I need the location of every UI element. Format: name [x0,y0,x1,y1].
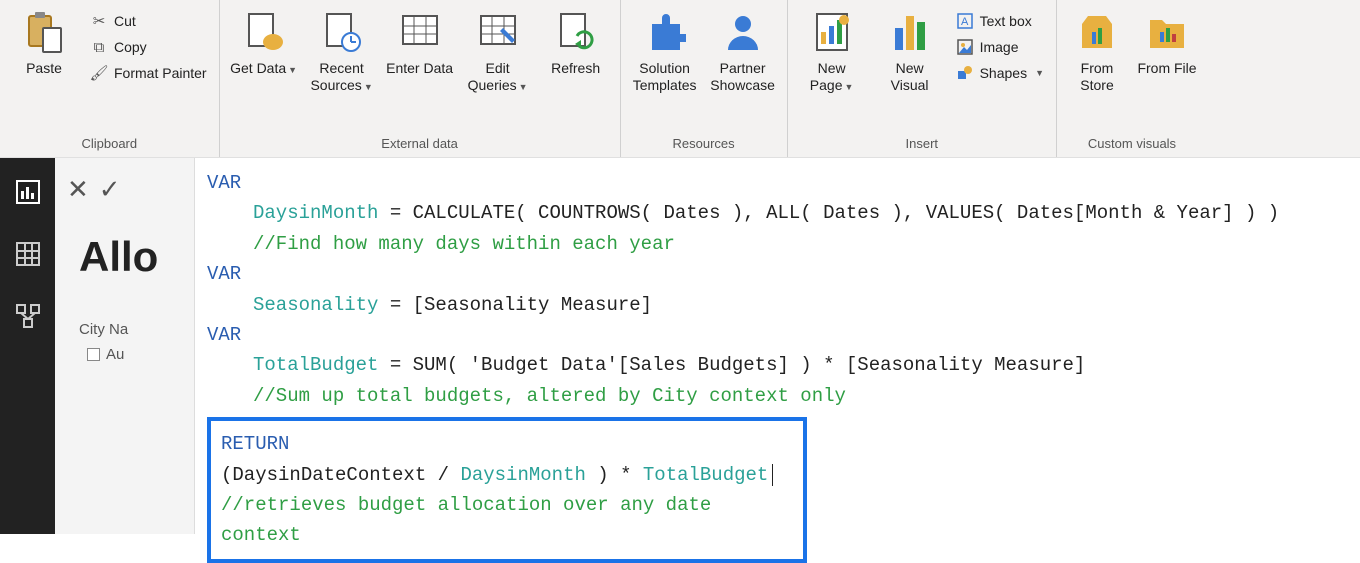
puzzle-icon [642,8,688,56]
copy-button[interactable]: ⧉Copy [86,36,211,58]
brush-icon: 🖌 [90,64,108,82]
ribbon-group-clipboard: Paste ✂Cut ⧉Copy 🖌Format Painter Clipboa… [0,0,220,157]
group-title-clipboard: Clipboard [8,132,211,155]
ribbon-group-resources: Solution Templates Partner Showcase Reso… [621,0,788,157]
paste-label: Paste [26,60,62,77]
group-title-insert: Insert [796,132,1048,155]
svg-text:A: A [961,16,969,28]
cut-icon: ✂ [90,12,108,30]
edit-queries-icon [475,8,521,56]
shapes-icon [956,64,974,82]
new-page-icon [809,8,855,56]
model-view-button[interactable] [12,300,44,332]
enter-data-button[interactable]: Enter Data [384,4,456,114]
edit-queries-button[interactable]: Edit Queries▼ [462,4,534,114]
report-view-icon [15,179,41,205]
from-file-icon [1144,8,1190,56]
group-title-resources: Resources [629,132,779,155]
view-rail [0,158,55,534]
enter-data-icon [397,8,443,56]
data-view-button[interactable] [12,238,44,270]
report-view-button[interactable] [12,176,44,208]
visual-title: Allo [63,223,186,321]
get-data-icon [241,8,287,56]
recent-sources-icon [319,8,365,56]
paste-icon [21,8,67,56]
chevron-down-icon: ▼ [844,82,853,92]
format-painter-button[interactable]: 🖌Format Painter [86,62,211,84]
shapes-button[interactable]: Shapes▼ [952,62,1048,84]
dax-formula-editor[interactable]: VAR DaysinMonth = CALCULATE( COUNTROWS( … [195,158,1360,534]
chevron-down-icon: ▼ [288,65,297,75]
filter-item[interactable]: Au [63,344,186,365]
ribbon-group-external-data: Get Data▼ Recent Sources▼ Enter Data Edi… [220,0,621,157]
new-visual-button[interactable]: New Visual [874,4,946,114]
get-data-button[interactable]: Get Data▼ [228,4,300,114]
left-panel: ✕ ✓ Allo City Na Au [55,158,195,534]
recent-sources-button[interactable]: Recent Sources▼ [306,4,378,114]
refresh-button[interactable]: Refresh [540,4,612,114]
cancel-formula-button[interactable]: ✕ [67,174,89,205]
filter-label: City Na [63,321,186,344]
new-page-button[interactable]: New Page▼ [796,4,868,114]
image-icon [956,38,974,56]
lower-area: ✕ ✓ Allo City Na Au VAR DaysinMonth = CA… [0,158,1360,534]
refresh-icon [553,8,599,56]
chevron-down-icon: ▼ [519,82,528,92]
group-title-custom-visuals: Custom visuals [1065,132,1199,155]
copy-icon: ⧉ [90,38,108,56]
highlighted-return-block: RETURN (DaysinDateContext / DaysinMonth … [207,417,807,563]
store-icon [1074,8,1120,56]
ribbon: Paste ✂Cut ⧉Copy 🖌Format Painter Clipboa… [0,0,1360,158]
text-cursor [772,464,773,486]
text-box-button[interactable]: AText box [952,10,1048,32]
model-view-icon [15,303,41,329]
checkbox-icon[interactable] [87,348,100,361]
solution-templates-button[interactable]: Solution Templates [629,4,701,114]
ribbon-group-insert: New Page▼ New Visual AText box Image Sha… [788,0,1057,157]
partner-showcase-button[interactable]: Partner Showcase [707,4,779,114]
from-file-button[interactable]: From File [1135,4,1199,114]
from-store-button[interactable]: From Store [1065,4,1129,114]
person-icon [720,8,766,56]
ribbon-group-custom-visuals: From Store From File Custom visuals [1057,0,1207,157]
chevron-down-icon: ▼ [1035,68,1044,78]
text-box-icon: A [956,12,974,30]
image-button[interactable]: Image [952,36,1048,58]
new-visual-icon [887,8,933,56]
group-title-external-data: External data [228,132,612,155]
paste-button[interactable]: Paste [8,4,80,114]
commit-formula-button[interactable]: ✓ [99,174,121,205]
chevron-down-icon: ▼ [364,82,373,92]
data-view-icon [15,241,41,267]
cut-button[interactable]: ✂Cut [86,10,211,32]
